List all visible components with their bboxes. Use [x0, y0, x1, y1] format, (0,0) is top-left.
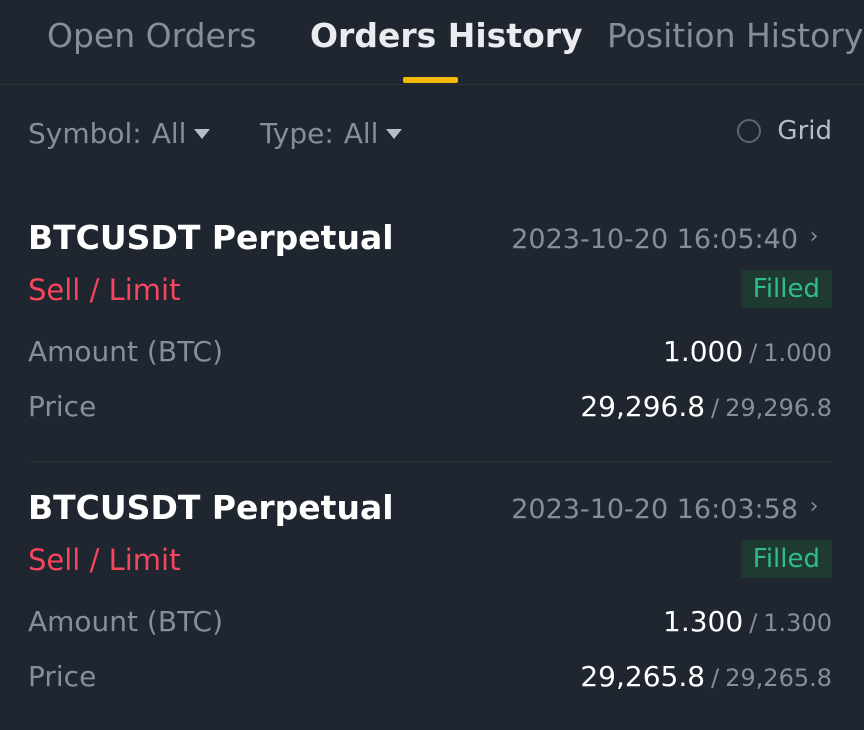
- amount-label: Amount (BTC): [28, 335, 224, 368]
- order-divider: [28, 461, 832, 462]
- value-separator: /: [711, 664, 720, 692]
- order-card[interactable]: BTCUSDT Perpetual 2023-10-20 16:05:40 › …: [28, 202, 832, 442]
- price-average: 29,265.8: [580, 660, 706, 693]
- price-average: 29,296.8: [580, 390, 706, 423]
- tab-orders-history[interactable]: Orders History: [310, 14, 583, 58]
- order-tabs: Open Orders Orders History Position Hist…: [0, 0, 864, 85]
- status-badge: Filled: [740, 270, 832, 308]
- symbol-filter-label: Symbol:: [28, 117, 142, 150]
- tab-position-history[interactable]: Position History: [607, 14, 863, 58]
- value-separator: /: [749, 609, 758, 637]
- order-side: Sell / Limit: [28, 273, 181, 307]
- price-order: 29,265.8: [725, 664, 832, 692]
- tab-open-orders[interactable]: Open Orders: [47, 14, 257, 58]
- price-label: Price: [28, 390, 97, 423]
- amount-total: 1.300: [763, 609, 832, 637]
- amount-filled: 1.300: [663, 605, 744, 638]
- chevron-right-icon[interactable]: ›: [804, 492, 824, 522]
- radio-icon[interactable]: [737, 119, 762, 143]
- amount-total: 1.000: [763, 339, 832, 367]
- symbol-filter-value: All: [151, 117, 187, 150]
- order-time: 2023-10-20 16:03:58: [511, 494, 798, 525]
- amount-value: 1.300/1.300: [663, 602, 832, 646]
- price-order: 29,296.8: [725, 394, 832, 422]
- order-symbol: BTCUSDT Perpetual: [28, 488, 394, 527]
- type-filter-dropdown[interactable]: Type: All: [260, 112, 403, 156]
- active-tab-indicator: [403, 77, 458, 83]
- order-card[interactable]: BTCUSDT Perpetual 2023-10-20 16:03:58 › …: [28, 472, 832, 712]
- amount-filled: 1.000: [663, 335, 744, 368]
- price-value: 29,265.8/29,265.8: [580, 657, 832, 701]
- grid-toggle[interactable]: Grid: [737, 116, 832, 146]
- chevron-right-icon[interactable]: ›: [804, 222, 824, 252]
- status-badge: Filled: [740, 540, 832, 578]
- order-side: Sell / Limit: [28, 543, 181, 577]
- caret-down-icon: [194, 129, 211, 139]
- grid-label: Grid: [777, 116, 832, 146]
- symbol-filter-dropdown[interactable]: Symbol: All: [28, 112, 211, 156]
- amount-label: Amount (BTC): [28, 605, 224, 638]
- price-label: Price: [28, 660, 97, 693]
- price-value: 29,296.8/29,296.8: [580, 387, 832, 431]
- value-separator: /: [711, 394, 720, 422]
- order-time: 2023-10-20 16:05:40: [511, 224, 798, 255]
- type-filter-value: All: [343, 117, 379, 150]
- order-symbol: BTCUSDT Perpetual: [28, 218, 394, 257]
- amount-value: 1.000/1.000: [663, 332, 832, 376]
- type-filter-label: Type:: [260, 117, 334, 150]
- caret-down-icon: [386, 129, 403, 139]
- filter-bar: Symbol: All Type: All Grid: [0, 112, 864, 162]
- value-separator: /: [749, 339, 758, 367]
